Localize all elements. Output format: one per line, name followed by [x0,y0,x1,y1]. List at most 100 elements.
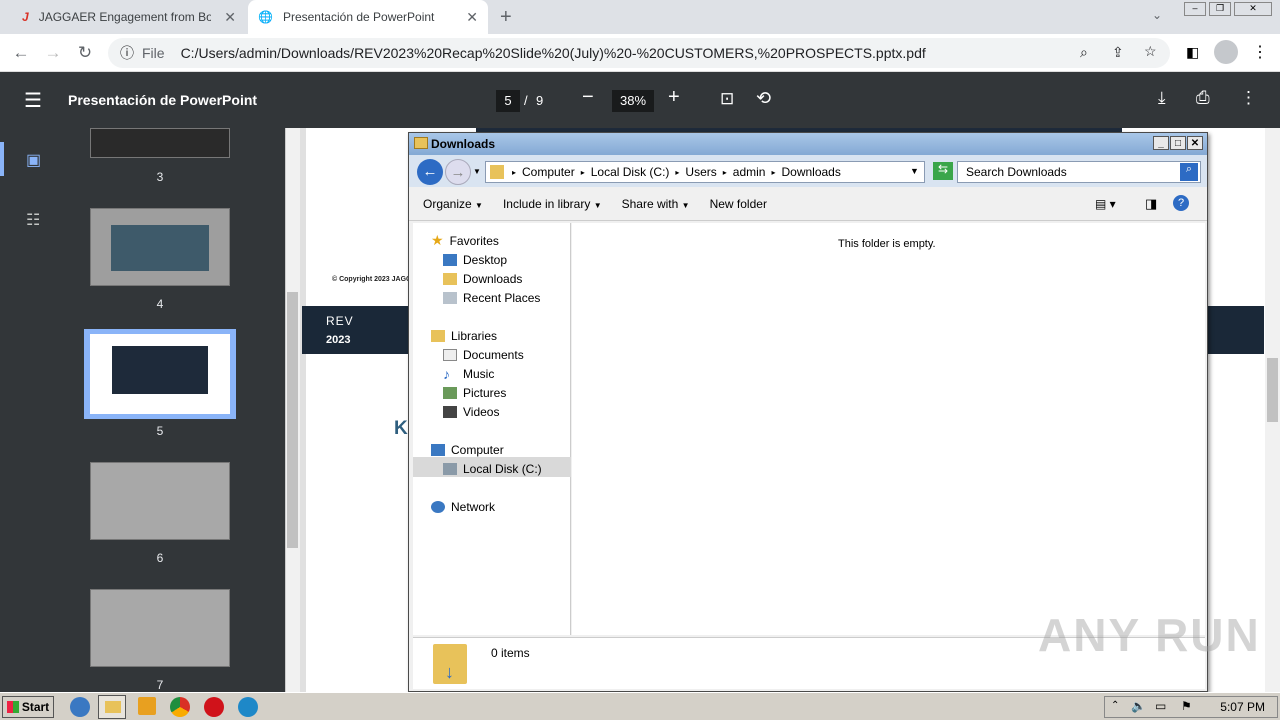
tree-item-documents[interactable]: Documents [443,345,524,364]
breadcrumb-item[interactable]: Local Disk (C:) [591,165,670,179]
volume-icon[interactable]: 🔈 [1131,699,1146,713]
sidebar-icon[interactable]: ◧ [1186,44,1199,61]
ie-icon[interactable] [70,697,90,717]
thumbnail-page-6[interactable] [90,462,230,540]
minimize-icon[interactable]: – [1184,2,1206,16]
info-icon[interactable]: ⓘ [120,43,134,63]
zoom-icon[interactable]: ⌕ [1080,44,1088,61]
download-arrow-icon: ↓ [445,662,454,682]
include-in-library-button[interactable]: Include in library ▼ [503,197,602,211]
battery-icon[interactable]: ▭ [1155,699,1166,713]
profile-avatar[interactable] [1214,40,1238,64]
rev-year-text: 2023 [326,334,351,346]
clock[interactable]: 5:07 PM [1220,700,1265,714]
media-player-icon[interactable] [138,697,156,715]
close-window-icon[interactable]: ✕ [1234,2,1272,16]
view-options-icon[interactable]: ▤ ▾ [1095,197,1116,211]
new-folder-button[interactable]: New folder [710,197,767,211]
menu-dots-icon[interactable]: ⋮ [1252,42,1268,62]
search-icon[interactable]: ⌕ [1180,163,1198,181]
breadcrumb-item[interactable]: admin [733,165,766,179]
search-input[interactable]: Search Downloads ⌕ [957,161,1201,183]
tree-item-pictures[interactable]: Pictures [443,383,506,402]
scrollbar-thumb[interactable] [287,292,298,548]
tree-item-downloads[interactable]: Downloads [443,269,522,288]
thumbnail-page-4[interactable] [90,208,230,286]
share-icon[interactable]: ⇪ [1112,44,1124,61]
close-icon[interactable]: ✕ [224,9,236,26]
fit-page-icon[interactable]: ⊡ [720,89,734,109]
sidebar-scrollbar[interactable] [285,128,300,692]
star-icon[interactable]: ☆ [1144,43,1157,60]
tree-item-libraries[interactable]: Libraries [431,326,497,345]
zoom-in-icon[interactable]: + [668,86,680,109]
close-button[interactable]: ✕ [1187,136,1203,150]
explorer-taskbar-button[interactable] [98,695,126,719]
thumbnail-page-5-selected[interactable] [84,329,236,419]
tree-item-favorites[interactable]: ★ Favorites [431,231,499,250]
new-tab-icon[interactable]: + [500,6,512,29]
zoom-input[interactable]: 38% [612,90,654,112]
start-button[interactable]: Start [2,696,54,718]
tree-item-desktop[interactable]: Desktop [443,250,507,269]
viewer-scrollbar[interactable] [1265,128,1280,692]
opera-icon[interactable] [204,697,224,717]
tab-powerpoint[interactable]: 🌐 Presentación de PowerPoint ✕ [248,0,488,34]
breadcrumb-item[interactable]: Downloads [781,165,840,179]
tray-expand-icon[interactable]: ⌃ [1111,700,1119,711]
share-with-button[interactable]: Share with ▼ [622,197,690,211]
tree-item-network[interactable]: Network [431,497,495,516]
back-arrow-icon[interactable]: ← [417,159,443,185]
back-icon[interactable]: ← [8,40,34,66]
tab-jaggaer[interactable]: J JAGGAER Engagement from Bojana ✕ [12,0,246,34]
local-disk-icon [443,462,457,475]
folder-path-icon [490,165,504,179]
navigation-pane: ★ Favorites Desktop Downloads Recent Plac… [413,223,571,635]
maximize-button[interactable]: □ [1170,136,1186,150]
empty-folder-message: This folder is empty. [838,238,936,250]
globe-icon: 🌐 [258,10,273,24]
refresh-icon[interactable]: ⇆ [933,162,953,180]
close-icon[interactable]: ✕ [466,9,478,26]
tree-item-recent-places[interactable]: Recent Places [443,288,540,307]
breadcrumb-item[interactable]: Computer [522,165,575,179]
tree-item-local-disk[interactable]: Local Disk (C:) [443,459,542,478]
network-tray-icon[interactable]: ⚑ [1181,699,1192,713]
print-icon[interactable]: ⎙ [1196,88,1210,108]
forward-arrow-icon[interactable]: → [445,159,471,185]
minimize-button[interactable]: _ [1153,136,1169,150]
reload-icon[interactable]: ↻ [72,40,98,66]
zoom-out-icon[interactable]: − [582,86,594,109]
restore-icon[interactable]: ❐ [1209,2,1231,16]
recent-pages-chevron-icon[interactable]: ▼ [473,167,481,176]
address-dropdown-icon[interactable]: ▼ [910,166,919,176]
rotate-icon[interactable]: ⟲ [756,88,771,109]
organize-label: Organize [423,196,472,211]
thumbnails-icon[interactable]: ▣ [26,150,41,170]
breadcrumb-item[interactable]: Users [685,165,716,179]
forward-icon[interactable]: → [40,40,66,66]
url-field[interactable]: ⓘ File C:/Users/admin/Downloads/REV2023%… [108,38,1170,68]
help-icon[interactable]: ? [1173,195,1189,211]
preview-pane-icon[interactable]: ◨ [1145,196,1157,212]
explorer-titlebar[interactable]: Downloads _ □ ✕ [409,133,1207,155]
page-number-input[interactable]: 5 [496,90,520,112]
download-icon[interactable]: ⤓ [1158,88,1166,108]
breadcrumb[interactable]: ▸ Computer ▸ Local Disk (C:) ▸ Users ▸ admi… [485,161,925,183]
tree-item-videos[interactable]: Videos [443,402,499,421]
thumbnail-page-3[interactable] [90,128,230,158]
rev-logo-text: REV [326,314,354,328]
chevron-down-icon[interactable]: ⌄ [1152,8,1162,22]
organize-button[interactable]: Organize ▼ [423,197,483,211]
hamburger-menu-icon[interactable]: ☰ [24,88,42,113]
tree-item-music[interactable]: ♪ Music [443,364,494,383]
thumbnail-number: 5 [156,424,164,438]
chrome-icon[interactable] [170,697,190,717]
edge-icon[interactable] [238,697,258,717]
file-list-area[interactable]: This folder is empty. [572,223,1205,635]
thumbnail-page-7[interactable] [90,589,230,667]
star-icon: ★ [431,232,444,248]
scrollbar-thumb[interactable] [1267,358,1278,422]
outline-icon[interactable]: ☷ [26,210,40,230]
more-options-icon[interactable]: ⋮ [1240,88,1257,108]
